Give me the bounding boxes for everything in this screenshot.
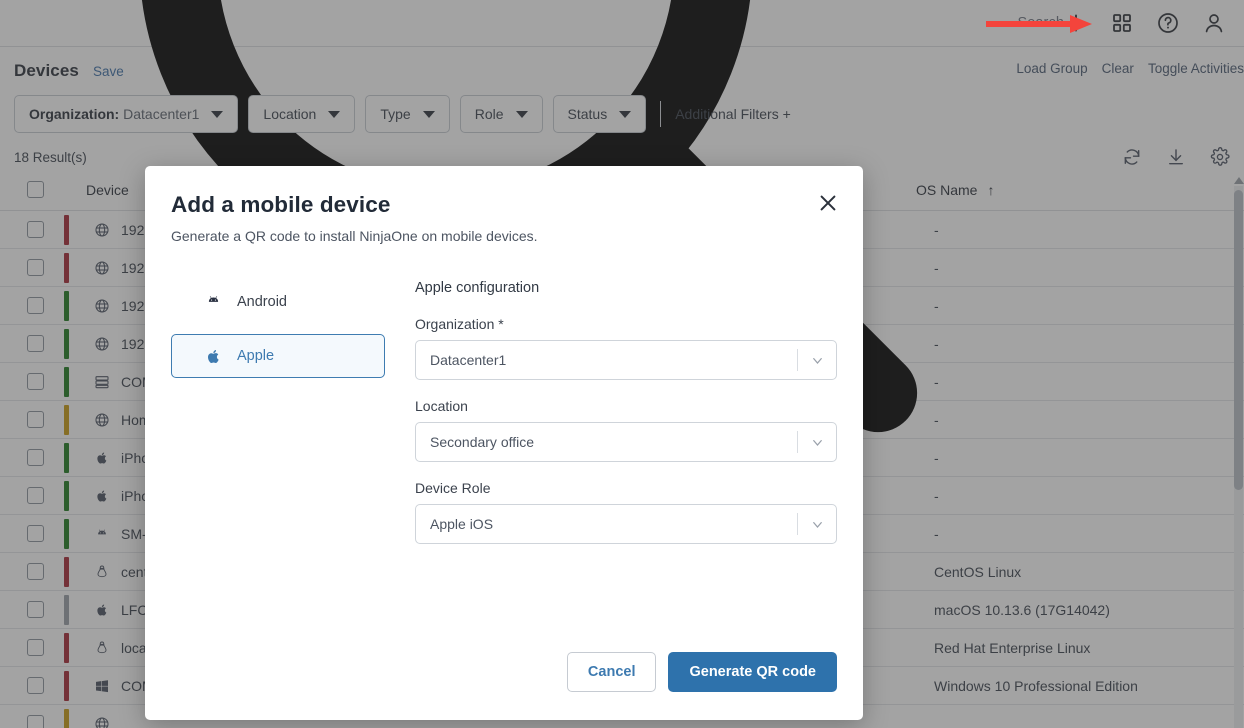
location-select-value: Secondary office (416, 434, 797, 450)
configuration-heading: Apple configuration (415, 280, 837, 296)
chevron-down-icon[interactable] (798, 517, 836, 532)
apple-icon (204, 347, 223, 366)
field-organization: Organization * Datacenter1 (415, 316, 837, 380)
add-mobile-device-dialog: Add a mobile device Generate a QR code t… (145, 166, 863, 720)
android-icon (204, 293, 223, 312)
field-device-role: Device Role Apple iOS (415, 480, 837, 544)
dialog-body: Android Apple Apple configuration Organi… (145, 244, 863, 652)
field-organization-label: Organization * (415, 316, 837, 332)
field-location: Location Secondary office (415, 398, 837, 462)
dialog-header: Add a mobile device Generate a QR code t… (145, 166, 863, 244)
close-icon[interactable] (817, 192, 839, 214)
dialog-title: Add a mobile device (171, 192, 837, 218)
annotation-arrow (986, 14, 1092, 34)
os-tab-android-label: Android (237, 294, 287, 310)
os-tab-apple[interactable]: Apple (171, 334, 385, 378)
dialog-subtitle: Generate a QR code to install NinjaOne o… (171, 228, 837, 244)
chevron-down-icon[interactable] (798, 435, 836, 450)
device-role-select-value: Apple iOS (416, 516, 797, 532)
organization-select-value: Datacenter1 (416, 352, 797, 368)
app-root: Search (0, 0, 1244, 728)
chevron-down-icon[interactable] (798, 353, 836, 368)
apple-configuration-form: Apple configuration Organization * Datac… (397, 280, 837, 652)
os-tab-android[interactable]: Android (171, 280, 385, 324)
organization-select[interactable]: Datacenter1 (415, 340, 837, 380)
dialog-footer: Cancel Generate QR code (145, 652, 863, 720)
os-tab-list: Android Apple (171, 280, 385, 652)
device-role-select[interactable]: Apple iOS (415, 504, 837, 544)
field-location-label: Location (415, 398, 837, 414)
location-select[interactable]: Secondary office (415, 422, 837, 462)
cancel-button[interactable]: Cancel (567, 652, 657, 692)
os-tab-apple-label: Apple (237, 348, 274, 364)
generate-qr-code-button[interactable]: Generate QR code (668, 652, 837, 692)
field-device-role-label: Device Role (415, 480, 837, 496)
